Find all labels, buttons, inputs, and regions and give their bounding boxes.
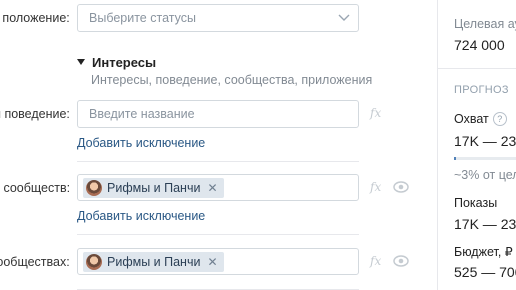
divider: [77, 234, 359, 235]
fx-icon[interactable]: fx: [370, 106, 381, 120]
reach-label-text: Охват: [454, 112, 489, 126]
impressions-label: Показы: [454, 196, 498, 210]
eye-icon[interactable]: [393, 255, 409, 267]
budget-label: Бюджет, ₽?: [454, 244, 516, 259]
communities-label: и сообществ:: [0, 181, 71, 195]
community-tag-label: Рифмы и Панчи: [107, 181, 201, 195]
community-tag: Рифмы и Панчи ✕: [83, 178, 224, 198]
communities-input[interactable]: Рифмы и Панчи ✕: [77, 174, 359, 201]
community-tag: Рифмы и Панчи ✕: [83, 252, 224, 272]
reach-note: ~3% от целе: [454, 168, 516, 182]
behavior-label: и поведение:: [0, 107, 70, 121]
avatar: [86, 180, 102, 196]
fx-icon[interactable]: fx: [370, 254, 381, 268]
reach-value: 17K — 23: [454, 133, 516, 149]
active-communities-input[interactable]: Рифмы и Панчи ✕: [77, 248, 359, 275]
impressions-value: 17K — 23: [454, 216, 516, 232]
chevron-down-icon: [338, 14, 350, 21]
fx-icon[interactable]: fx: [370, 180, 381, 194]
behavior-input-placeholder: Введите название: [89, 107, 195, 121]
add-exclusion-link[interactable]: Добавить исключение: [77, 209, 205, 223]
reach-label: Охват?: [454, 112, 507, 126]
divider: [77, 161, 359, 162]
interests-section-title[interactable]: Интересы: [77, 55, 156, 70]
status-select[interactable]: Выберите статусы: [77, 4, 359, 32]
target-audience-value: 724 000: [454, 37, 505, 53]
interests-section-subtitle: Интересы, поведение, сообщества, приложе…: [91, 73, 373, 87]
collapse-triangle-icon: [77, 59, 85, 65]
target-audience-label: Целевая ауд: [454, 17, 516, 31]
budget-value: 525 — 700: [454, 264, 516, 280]
interests-title-text: Интересы: [92, 55, 157, 70]
status-select-placeholder: Выберите статусы: [89, 11, 196, 25]
active-communities-label: сообществах:: [0, 255, 70, 269]
reach-progress-bar: [454, 157, 516, 160]
community-tag-label: Рифмы и Панчи: [107, 255, 201, 269]
eye-icon[interactable]: [393, 181, 409, 193]
reach-progress-fill: [454, 157, 456, 160]
status-label: е положение:: [0, 11, 70, 25]
close-icon[interactable]: ✕: [207, 181, 217, 195]
behavior-input[interactable]: Введите название: [77, 100, 359, 128]
forecast-caption: ПРОГНОЗ: [454, 84, 509, 96]
help-icon[interactable]: ?: [492, 112, 507, 126]
add-exclusion-link[interactable]: Добавить исключение: [77, 136, 205, 150]
budget-label-text: Бюджет, ₽: [454, 245, 513, 259]
forecast-panel: Целевая ауд 724 000 ПРОГНОЗ Охват? 17K —…: [437, 0, 516, 290]
avatar: [86, 254, 102, 270]
divider: [438, 68, 516, 69]
close-icon[interactable]: ✕: [207, 255, 217, 269]
